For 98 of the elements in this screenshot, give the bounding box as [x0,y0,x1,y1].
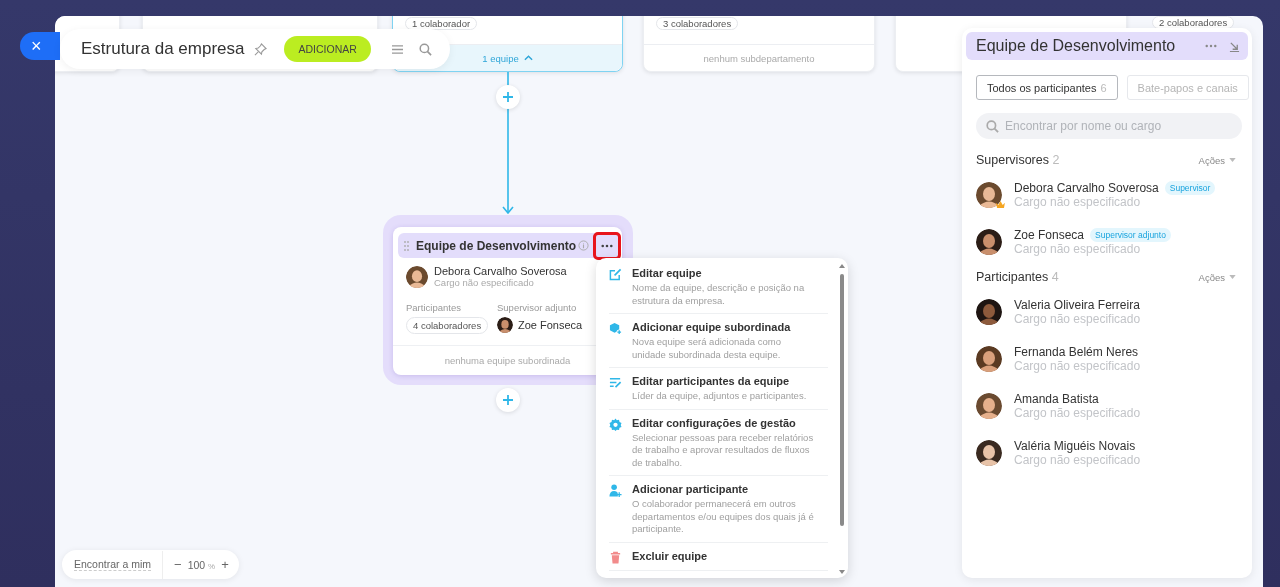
member-row[interactable]: Valeria Oliveira Ferreira Cargo não especificado [976,298,1248,326]
avatar [976,299,1002,325]
field-label: Participantes [406,302,462,313]
plus-icon [502,394,514,406]
team-title: Equipe de Desenvolvimento [416,238,577,253]
member-name: Zoe Fonseca [1014,228,1085,242]
member-position: Cargo não especificado [1014,312,1141,326]
menu-item-title: Editar configurações de gestão [632,415,797,431]
menu-item-title: Editar equipe [632,266,703,281]
member-row[interactable]: Valéria Miguéis Novais Cargo não especificado [976,439,1248,467]
zoom-out-button[interactable]: − [174,557,182,572]
menu-item[interactable]: Adicionar participante O colaborador permanecerá em outros departamentos e/ou equipes dos quais já é participante. [609,476,828,543]
member-row[interactable]: Debora Carvalho Soverosa Supervisor Cargo não especificado [976,181,1248,209]
add-button[interactable]: ADICIONAR [284,36,371,62]
avatar [976,440,1002,466]
find-me-link[interactable]: Encontrar a mim [74,558,152,571]
member-position: Cargo não especificado [1014,406,1141,420]
member-position: Cargo não especificado [1014,242,1142,256]
avatar [406,265,428,288]
more-button[interactable] [593,231,621,260]
search-icon[interactable] [418,42,432,56]
avatar [976,182,1002,208]
employee-count: 3 colaboradores [656,17,739,30]
member-name: Amanda Batista [1014,392,1099,406]
tab[interactable]: Todos os participantes 6 [976,75,1118,100]
team-count: 1 equipe [482,52,519,64]
member-row[interactable]: Zoe Fonseca Supervisor adjunto Cargo não especificado [976,228,1248,256]
zoom-level: 100 % [187,558,216,571]
menu-item-description: Nome da equipe, descrição e posição na estrutura da empresa. [632,282,806,307]
member-name: Debora Carvalho Soverosa [1014,181,1159,195]
member-row[interactable]: Fernanda Belém Neres Cargo não especificado [976,345,1248,373]
menu-item[interactable]: Editar configurações de gestão Selecionar pessoas para receber relatórios de trabalho e aprovar resultados de fluxos de trabalho. [609,409,828,476]
field-label: Supervisor adjunto [497,302,578,313]
menu-item-description: Líder da equipe, adjuntos e participantes. [632,390,808,403]
actions-dropdown[interactable]: Ações [1198,271,1236,283]
scroll-down-icon[interactable] [839,570,845,574]
avatar [976,346,1002,372]
menu-item[interactable]: Editar participantes da equipe Líder da equipe, adjuntos e participantes. [609,368,828,410]
add-button[interactable] [496,388,520,412]
close-button[interactable]: × [20,32,60,60]
avatar [976,393,1002,419]
add-button[interactable] [496,85,520,109]
menu-item-title: Adicionar equipe subordinada [632,320,792,335]
avatar [976,229,1002,255]
person-plus-icon [609,484,622,497]
cube-plus-icon [609,322,622,335]
menu-item-description: Selecionar pessoas para receber relatórios de trabalho e aprovar resultados de fluxos de trabalho. [632,431,814,469]
avatar [497,317,513,333]
search-field[interactable]: Encontrar por nome ou cargo [976,113,1242,139]
menu-item-description: Nova equipe será adicionada como unidade subordinada desta equipe. [632,336,782,361]
person-name: Zoe Fonseca [518,319,583,331]
member-position: Cargo não especificado [1014,359,1141,373]
menu-item-title: Excluir equipe [632,548,708,564]
menu-item-description: O colaborador permanecerá em outros departamentos e/ou equipes dos quais já é participante. [632,498,814,536]
person-name: Debora Carvalho Soverosa [434,265,567,277]
more-icon[interactable] [1205,44,1217,48]
menu-item-title: Adicionar participante [632,482,750,497]
list-edit-icon [609,376,622,389]
zoom-in-button[interactable]: + [221,557,229,572]
more-icon [601,243,613,248]
member-row[interactable]: Amanda Batista Cargo não especificado [976,392,1248,420]
scrollbar-thumb[interactable] [840,274,844,526]
menu-item-title: Editar participantes da equipe [632,374,791,389]
caret-icon [1229,275,1236,279]
member-position: Cargo não especificado [1014,195,1142,209]
trash-icon [609,550,622,564]
person-position: Cargo não especificado [434,277,535,288]
drag-handle-icon[interactable] [404,240,409,251]
edit-icon [609,268,622,281]
team-card[interactable]: Equipe de Desenvolvimento Debora Carvalho Soverosa Cargo não especificado Participantes 4 colaboradores Supervisor adjunto Zoe Fonseca nenhuma equipe subordinada [393,227,622,375]
section-title: Participantes 4 [976,270,1059,284]
employee-count: 1 colaborador [405,17,478,30]
pin-icon[interactable] [254,42,268,56]
member-name: Fernanda Belém Neres [1014,345,1139,359]
menu-item[interactable]: Editar equipe Nome da equipe, descrição e posição na estrutura da empresa. [609,260,828,314]
role-tag: Supervisor [1164,181,1216,195]
menu-item[interactable]: Excluir equipe [609,542,828,571]
team-count: nenhum subdepartamento [703,52,815,64]
section-title: Supervisores 2 [976,153,1060,167]
info-icon[interactable] [578,240,589,251]
search-icon [986,120,999,133]
menu-icon[interactable] [390,43,404,55]
caret-icon [1229,158,1236,162]
subteam-count: nenhuma equipe subordinada [444,355,571,366]
node-card[interactable]: 3 colaboradores nenhum subdepartamento [643,16,875,72]
member-name: Valeria Oliveira Ferreira [1014,298,1140,312]
scroll-up-icon[interactable] [839,264,845,268]
menu-item[interactable]: Adicionar equipe subordinada Nova equipe será adicionada como unidade subordinada desta equipe. [609,314,828,368]
page-title: Estrutura da empresa [81,39,245,59]
role-tag: Supervisor adjunto [1090,228,1171,242]
member-position: Cargo não especificado [1014,453,1141,467]
collapse-icon[interactable] [1229,40,1240,52]
plus-icon [502,91,514,103]
caret-icon[interactable] [523,55,533,61]
panel-title: Equipe de Desenvolvimento [976,37,1176,55]
actions-dropdown[interactable]: Ações [1198,154,1236,166]
settings-icon [609,417,622,431]
member-name: Valéria Miguéis Novais [1014,439,1136,453]
